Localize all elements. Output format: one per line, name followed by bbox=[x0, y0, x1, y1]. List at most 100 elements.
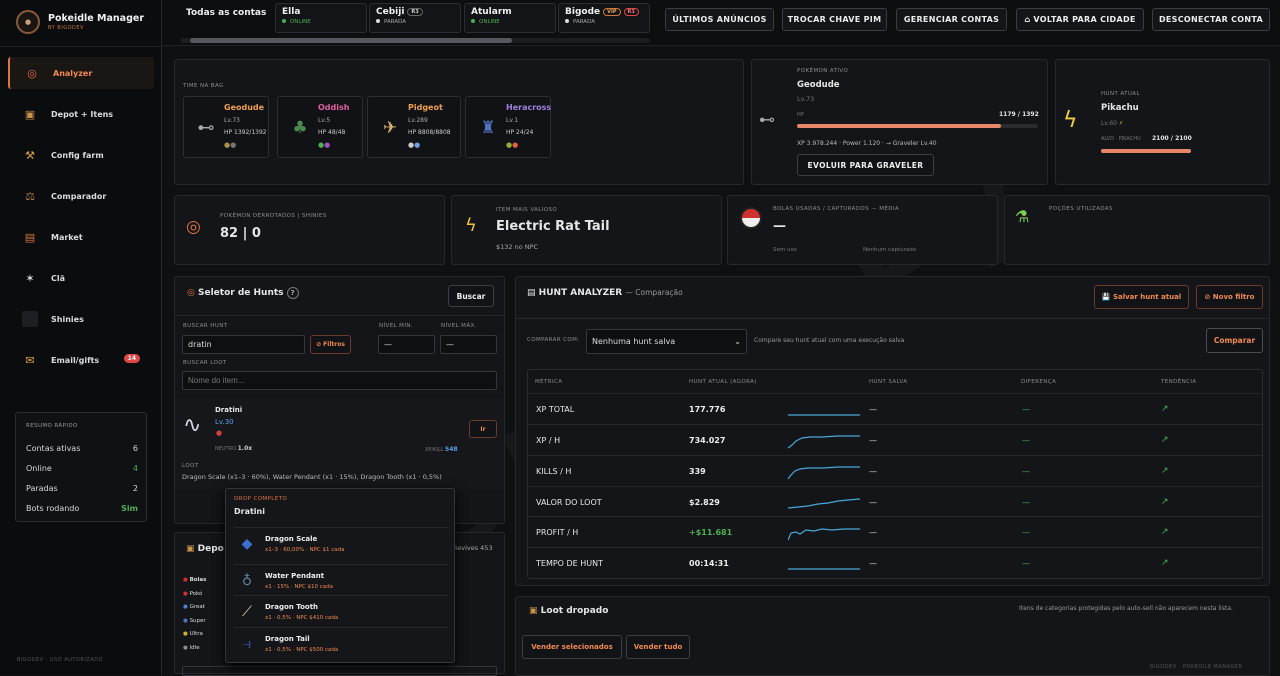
dragon-scale-icon: ◆ bbox=[241, 536, 253, 552]
valuable-sub: $132 no NPC bbox=[496, 243, 539, 251]
depot-input[interactable] bbox=[182, 666, 497, 676]
sidebar-item-email-gifts[interactable]: ✉ Email/gifts 14 bbox=[8, 344, 154, 376]
hunt-search-input[interactable]: dratin bbox=[182, 335, 305, 354]
valuable-label: ITEM MAIS VALIOSO bbox=[496, 207, 558, 213]
team-member-geodude[interactable]: ⊷ Geodude Lv.73 HP 1392/1392 ●● bbox=[183, 96, 269, 158]
latest-ads-button[interactable]: ÚLTIMOS ANÚNCIOS bbox=[665, 8, 774, 31]
target-icon: ◎ bbox=[187, 288, 195, 298]
heracross-icon: ♜ bbox=[480, 118, 496, 138]
sidebar-item-label: Config farm bbox=[51, 150, 104, 160]
team-member-heracross[interactable]: ♜ Heracross Lv.1 HP 24/24 ●● bbox=[465, 96, 551, 158]
brand-title: Pokeidle Manager bbox=[48, 13, 145, 24]
col-diff: DIFERENÇA bbox=[1021, 379, 1057, 385]
min-level-label: NÍVEL MÍN. bbox=[379, 323, 414, 329]
balls-sub-usage: Sem uso bbox=[773, 247, 797, 253]
xpkill-value: 548 bbox=[445, 446, 458, 453]
account-tab-cebiji[interactable]: Cebiji R3 PARADA bbox=[369, 3, 461, 33]
sparkline bbox=[788, 498, 861, 509]
compare-button[interactable]: Comparar bbox=[1206, 328, 1263, 353]
compare-select[interactable]: Nenhuma hunt salva ⌄ bbox=[586, 329, 747, 354]
dratini-icon: ∿ bbox=[183, 413, 202, 438]
loot-search-input[interactable] bbox=[182, 371, 497, 390]
accounts-scrollbar-thumb[interactable] bbox=[190, 38, 512, 43]
save-hunt-button[interactable]: 💾 Salvar hunt atual bbox=[1094, 285, 1189, 309]
filters-button[interactable]: ⊘ Filtros bbox=[310, 335, 351, 354]
xp-info: XP 3.978.244 · Power 1.120 · → Graveler … bbox=[797, 140, 937, 147]
trend-up-icon: ↗ bbox=[1161, 466, 1169, 476]
quick-summary: RESUMO RÁPIDO Contas ativas 6 Online 4 Par… bbox=[15, 412, 147, 522]
depot-list: ● Bolas ● Pokó ● Great ● Super ● Ultra ●… bbox=[183, 577, 207, 651]
manage-accounts-button[interactable]: GERENCIAR CONTAS bbox=[896, 8, 1007, 31]
sparkline bbox=[788, 466, 860, 480]
sidebar-item-depot[interactable]: ▣ Depot + Itens bbox=[8, 98, 154, 130]
market-icon: ▤ bbox=[24, 230, 36, 244]
disconnect-account-button[interactable]: DESCONECTAR CONTA bbox=[1152, 8, 1270, 31]
return-to-city-button[interactable]: ⌂ VOLTAR PARA CIDADE bbox=[1016, 8, 1144, 31]
clan-icon: ✶ bbox=[25, 271, 35, 285]
loot-hint: Itens de categorias protegidas pelo auto… bbox=[1019, 605, 1233, 612]
min-level-input[interactable]: — bbox=[378, 335, 435, 354]
box-icon: ▣ bbox=[24, 107, 36, 121]
sidebar-item-label: Comparador bbox=[51, 191, 107, 201]
sidebar-item-label: Clã bbox=[51, 273, 66, 283]
team-member-pidgeot[interactable]: ✈ Pidgeot Lv.289 HP 8808/8808 ●● bbox=[367, 96, 461, 158]
go-button[interactable]: Ir bbox=[469, 420, 497, 438]
col-trend: TENDÊNCIA bbox=[1161, 379, 1197, 385]
hunt-level: Lv.60 bbox=[1101, 120, 1117, 127]
max-level-input[interactable]: — bbox=[440, 335, 497, 354]
sparkline bbox=[788, 414, 860, 416]
rank-tag: R3 bbox=[407, 7, 423, 16]
pokeball-icon bbox=[740, 207, 762, 229]
col-current: HUNT ATUAL (AGORA) bbox=[689, 379, 757, 385]
potions-label: POÇÕES UTILIZADAS bbox=[1049, 206, 1113, 212]
table-row: XP TOTAL 177.776 — — ↗ bbox=[528, 393, 1262, 424]
balls-label: BOLAS USADAS / CAPTURADOS — MÉDIA bbox=[773, 206, 900, 212]
sidebar-item-comparador[interactable]: ⚖ Comparador bbox=[8, 180, 154, 212]
pidgeot-icon: ✈ bbox=[382, 118, 398, 138]
footer-watermark: BIGODEV · POKEIDLE MANAGER bbox=[1150, 664, 1243, 670]
table-row: KILLS / H 339 — — ↗ bbox=[528, 455, 1262, 486]
target-bar bbox=[1101, 149, 1191, 153]
drop-item: ◆ Dragon Scale x1–3 · 60,00% · NPC $1 ca… bbox=[234, 527, 448, 558]
trend-up-icon: ↗ bbox=[1161, 497, 1169, 507]
new-filter-button[interactable]: ⊘ Novo filtro bbox=[1196, 285, 1263, 309]
sidebar: ● Pokeidle Manager BY BIGODEV ◎ Analyzer… bbox=[0, 0, 162, 674]
tab-all-accounts[interactable]: Todas as contas bbox=[186, 8, 266, 18]
max-level-label: NÍVEL MÁX. bbox=[441, 323, 477, 329]
pikachu-icon: ϟ bbox=[1063, 108, 1078, 133]
hunt-search-label: BUSCAR HUNT bbox=[183, 323, 228, 329]
sell-selected-button[interactable]: Vender selecionados bbox=[522, 635, 622, 659]
dragon-tail-icon: ⥽ bbox=[243, 636, 251, 652]
potions-panel bbox=[1004, 195, 1270, 265]
sidebar-item-analyzer[interactable]: ◎ Analyzer bbox=[8, 57, 154, 89]
table-row: PROFIT / H +$11.681 — — ↗ bbox=[528, 516, 1262, 547]
type-icons: ●● bbox=[318, 141, 331, 149]
brand-subtitle: BY BIGODEV bbox=[48, 25, 84, 31]
summary-row: Bots rodando Sim bbox=[26, 504, 138, 513]
sidebar-item-market[interactable]: ▤ Market bbox=[8, 221, 154, 253]
sell-all-button[interactable]: Vender tudo bbox=[626, 635, 690, 659]
active-level: Lv.73 bbox=[797, 95, 815, 103]
account-tab-ella[interactable]: Ella ONLINE bbox=[275, 3, 367, 33]
sidebar-item-config-farm[interactable]: ⚒ Config farm bbox=[8, 139, 154, 171]
drop-item: ⟋ Dragon Tooth x1 · 0,5% · NPC $410 cada bbox=[234, 595, 448, 626]
account-tab-bigode[interactable]: Bigode VIP R3 PARADA bbox=[558, 3, 650, 33]
evolve-button[interactable]: EVOLUIR PARA GRAVELER bbox=[797, 154, 934, 176]
sidebar-item-shinies[interactable]: Shinies bbox=[8, 303, 154, 335]
drop-title: Dratini bbox=[234, 507, 265, 516]
account-tab-atularm[interactable]: Atularm ONLINE bbox=[464, 3, 556, 33]
neutral-value: 1.0x bbox=[237, 445, 253, 452]
box-icon: ▣ bbox=[186, 544, 195, 554]
valuable-value: Electric Rat Tail bbox=[496, 219, 610, 234]
loot-search-label: BUSCAR LOOT bbox=[183, 360, 227, 366]
hunt-name: Pikachu bbox=[1101, 103, 1139, 113]
search-button[interactable]: Buscar bbox=[448, 285, 494, 307]
selector-title: Seletor de Hunts bbox=[198, 288, 284, 298]
team-member-oddish[interactable]: ♣ Oddish Lv.5 HP 48/48 ●● bbox=[277, 96, 363, 158]
compare-hint: Compare seu hunt atual com uma execução … bbox=[754, 337, 905, 344]
neutral-label: NEUTRO bbox=[215, 446, 237, 452]
xpkill-label: XP/KILL bbox=[425, 447, 444, 453]
sidebar-item-cla[interactable]: ✶ Clã bbox=[8, 262, 154, 294]
drop-tooltip: DROP COMPLETO Dratini ◆ Dragon Scale x1–… bbox=[225, 488, 455, 663]
change-pim-key-button[interactable]: TROCAR CHAVE PIM bbox=[782, 8, 887, 31]
